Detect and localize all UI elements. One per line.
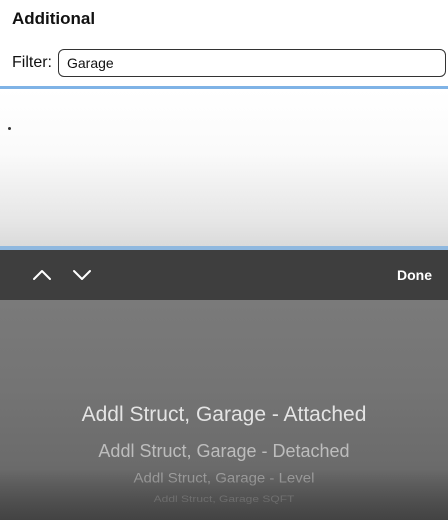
picker-wheel[interactable]: Addl Struct, Garage - Attached Addl Stru… [0,300,448,520]
chevron-up-icon [33,270,51,280]
picker-item-selected[interactable]: Addl Struct, Garage - Attached [0,403,448,427]
previous-field-button[interactable] [22,255,62,295]
picker-item[interactable]: Addl Struct, Garage - Level [0,471,448,487]
next-field-button[interactable] [62,255,102,295]
picker-item[interactable]: Addl Struct, Garage - Detached [0,441,448,462]
filter-row: Filter: [12,48,446,78]
picker-item[interactable]: Addl Struct, Garage SQFT [0,494,448,505]
screen: Additional Filter: Done Addl Struct, Gar… [0,0,448,520]
section-title: Additional [12,9,96,28]
filter-input[interactable] [58,49,446,77]
filter-label: Filter: [12,54,52,71]
results-list[interactable] [0,86,448,250]
list-marker [8,127,11,130]
picker-toolbar: Done [0,250,448,300]
chevron-down-icon [73,270,91,280]
done-button[interactable]: Done [397,267,432,283]
